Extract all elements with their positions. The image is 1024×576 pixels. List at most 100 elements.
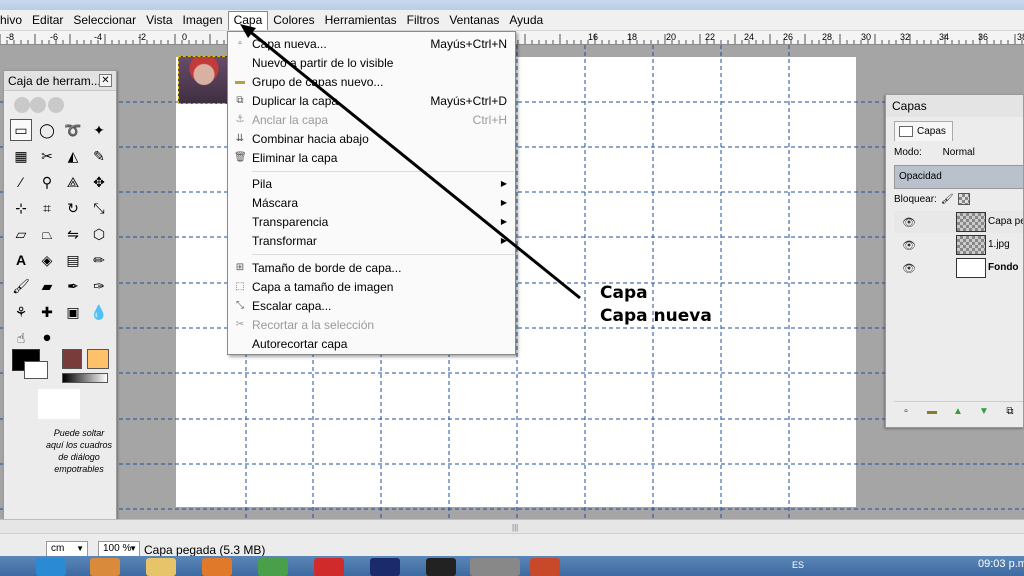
toolbox-titlebar[interactable]: Caja de herram... ✕ bbox=[4, 71, 116, 91]
paintbrush-tool-icon[interactable]: 🖌 bbox=[10, 275, 32, 297]
blend-tool-icon[interactable]: ▤ bbox=[62, 249, 84, 271]
text-tool-icon[interactable]: A bbox=[10, 249, 32, 271]
color-select-tool-icon[interactable]: ▦ bbox=[10, 145, 32, 167]
photoshop-icon[interactable] bbox=[370, 558, 400, 576]
scissors-tool-icon[interactable]: ✂ bbox=[36, 145, 58, 167]
menu-item-nuevo-visible[interactable]: Nuevo a partir de lo visible bbox=[228, 53, 515, 72]
blur-tool-icon[interactable]: 💧 bbox=[88, 301, 110, 323]
menu-item-transparencia[interactable]: Transparencia ▶ bbox=[228, 212, 515, 231]
alpha-lock-icon[interactable] bbox=[957, 193, 970, 205]
language-indicator[interactable]: ES bbox=[792, 560, 804, 570]
dodge-burn-tool-icon[interactable]: ⚫ bbox=[36, 327, 58, 349]
background-color-swatch[interactable] bbox=[24, 361, 48, 379]
layer-row[interactable]: 👁 Capa pegada bbox=[894, 211, 1023, 233]
fg-bg-colors[interactable] bbox=[12, 349, 48, 381]
rect-select-tool-icon[interactable]: ▭ bbox=[10, 119, 32, 141]
menu-item-transformar[interactable]: Transformar ▶ bbox=[228, 231, 515, 250]
zoom-tool-icon[interactable]: ⚲ bbox=[36, 171, 58, 193]
crop-tool-icon[interactable]: ⌗ bbox=[36, 197, 58, 219]
eye-icon[interactable]: 👁 bbox=[902, 239, 916, 252]
tab-capas[interactable]: Capas bbox=[894, 121, 953, 141]
active-image-preview[interactable] bbox=[38, 389, 80, 419]
ink-tool-icon[interactable]: ✑ bbox=[88, 275, 110, 297]
horizontal-scrollbar[interactable]: ||| bbox=[0, 520, 1024, 534]
eye-icon[interactable]: 👁 bbox=[902, 216, 916, 229]
ie-icon[interactable] bbox=[36, 558, 66, 576]
pattern-preview[interactable] bbox=[87, 349, 109, 369]
firefox-icon[interactable] bbox=[202, 558, 232, 576]
menu-item-escalar[interactable]: ⤡ Escalar capa... bbox=[228, 296, 515, 315]
menu-archivo[interactable]: hivo bbox=[0, 11, 27, 30]
perspective-tool-icon[interactable]: ⏢ bbox=[36, 223, 58, 245]
shear-tool-icon[interactable]: ▱ bbox=[10, 223, 32, 245]
move-tool-icon[interactable]: ✥ bbox=[88, 171, 110, 193]
paths-tool-icon[interactable]: ✎ bbox=[88, 145, 110, 167]
color-picker-tool-icon[interactable]: ⁄ bbox=[10, 171, 32, 193]
folder-icon[interactable] bbox=[146, 558, 176, 576]
menu-item-capa-tamano-imagen[interactable]: ⬚ Capa a tamaño de imagen bbox=[228, 277, 515, 296]
fuzzy-select-tool-icon[interactable]: ✦ bbox=[88, 119, 110, 141]
menu-item-autorecortar[interactable]: Autorecortar capa bbox=[228, 334, 515, 353]
pencil-tool-icon[interactable]: ✏ bbox=[88, 249, 110, 271]
opacity-slider[interactable]: Opacidad bbox=[894, 165, 1023, 189]
menu-seleccionar[interactable]: Seleccionar bbox=[68, 11, 141, 30]
menu-filtros[interactable]: Filtros bbox=[402, 11, 445, 30]
menu-item-eliminar[interactable]: 🗑 Eliminar la capa bbox=[228, 148, 515, 167]
flip-tool-icon[interactable]: ⇋ bbox=[62, 223, 84, 245]
layer-row[interactable]: 👁 1.jpg bbox=[894, 234, 1023, 256]
align-tool-icon[interactable]: ⊹ bbox=[10, 197, 32, 219]
heal-tool-icon[interactable]: ✚ bbox=[36, 301, 58, 323]
unit-select[interactable]: cm ▼ bbox=[46, 541, 88, 557]
mode-row[interactable]: Modo: Normal bbox=[894, 147, 975, 158]
menu-item-tamano-borde[interactable]: ⊞ Tamaño de borde de capa... bbox=[228, 258, 515, 277]
duplicate-icon[interactable]: ⧉ bbox=[1004, 406, 1016, 418]
clone-tool-icon[interactable]: ⚘ bbox=[10, 301, 32, 323]
app-icon[interactable] bbox=[426, 558, 456, 576]
eraser-tool-icon[interactable]: ▰ bbox=[36, 275, 58, 297]
new-layer-icon[interactable]: ▫ bbox=[900, 406, 912, 418]
folder-icon[interactable]: ▬ bbox=[926, 406, 938, 418]
menu-ayuda[interactable]: Ayuda bbox=[504, 11, 548, 30]
close-icon[interactable]: ✕ bbox=[99, 74, 112, 87]
bucket-fill-tool-icon[interactable]: ◈ bbox=[36, 249, 58, 271]
menu-item-combinar[interactable]: ⇊ Combinar hacia abajo bbox=[228, 129, 515, 148]
rotate-tool-icon[interactable]: ↻ bbox=[62, 197, 84, 219]
menu-herramientas[interactable]: Herramientas bbox=[320, 11, 402, 30]
clock[interactable]: 09:03 p.m. bbox=[978, 558, 1024, 570]
menu-ventanas[interactable]: Ventanas bbox=[444, 11, 504, 30]
menu-item-pila[interactable]: Pila ▶ bbox=[228, 174, 515, 193]
scale-tool-icon[interactable]: ⤡ bbox=[88, 197, 110, 219]
raise-layer-icon[interactable]: ▲ bbox=[952, 406, 964, 418]
menu-item-duplicar[interactable]: ⧉ Duplicar la capa Mayús+Ctrl+D bbox=[228, 91, 515, 110]
gimp-icon[interactable] bbox=[470, 558, 520, 576]
pasted-portrait-image[interactable] bbox=[178, 56, 230, 104]
foreground-select-tool-icon[interactable]: ◭ bbox=[62, 145, 84, 167]
free-select-tool-icon[interactable]: ➰ bbox=[62, 119, 84, 141]
layer-row[interactable]: 👁 Fondo bbox=[894, 257, 1023, 279]
mode-select[interactable]: Normal bbox=[943, 147, 975, 158]
gradient-preview[interactable] bbox=[62, 373, 108, 383]
chrome-icon[interactable] bbox=[258, 558, 288, 576]
menu-colores[interactable]: Colores bbox=[268, 11, 319, 30]
measure-tool-icon[interactable]: ⟁ bbox=[62, 171, 84, 193]
eye-icon[interactable]: 👁 bbox=[902, 262, 916, 275]
menu-imagen[interactable]: Imagen bbox=[178, 11, 228, 30]
ellipse-select-tool-icon[interactable]: ◯ bbox=[36, 119, 58, 141]
brush-preview[interactable] bbox=[62, 349, 82, 369]
smudge-tool-icon[interactable]: ☝ bbox=[10, 327, 32, 349]
zoom-select[interactable]: 100 % ▼ bbox=[98, 541, 140, 557]
powerpoint-icon[interactable] bbox=[530, 558, 560, 576]
menu-item-grupo-capas[interactable]: ▬ Grupo de capas nuevo... bbox=[228, 72, 515, 91]
menu-item-capa-nueva[interactable]: ▫ Capa nueva... Mayús+Ctrl+N bbox=[228, 34, 515, 53]
layers-panel-title[interactable]: Capas bbox=[886, 95, 1023, 117]
airbrush-tool-icon[interactable]: ✒ bbox=[62, 275, 84, 297]
perspective-clone-tool-icon[interactable]: ▣ bbox=[62, 301, 84, 323]
menu-vista[interactable]: Vista bbox=[141, 11, 177, 30]
menu-item-mascara[interactable]: Máscara ▶ bbox=[228, 193, 515, 212]
brush-lock-icon[interactable]: 🖌 bbox=[941, 194, 954, 205]
opera-icon[interactable] bbox=[314, 558, 344, 576]
lower-layer-icon[interactable]: ▼ bbox=[978, 406, 990, 418]
menu-editar[interactable]: Editar bbox=[27, 11, 68, 30]
cage-tool-icon[interactable]: ⬡ bbox=[88, 223, 110, 245]
media-icon[interactable] bbox=[90, 558, 120, 576]
